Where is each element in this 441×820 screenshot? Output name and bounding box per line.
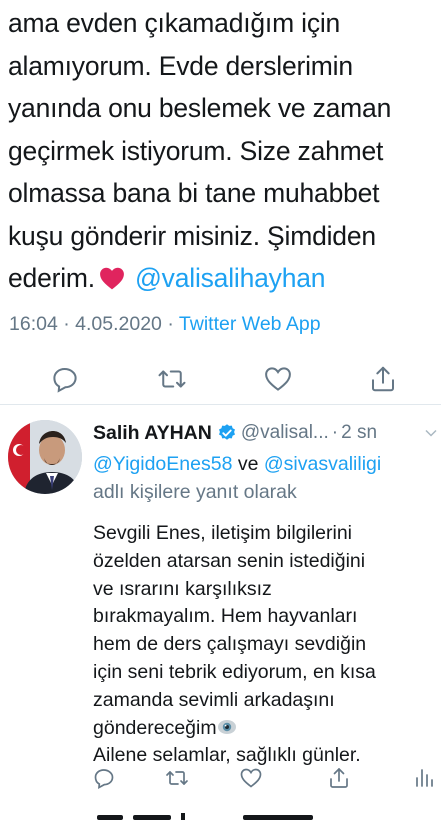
heart-emoji-icon	[100, 267, 124, 290]
reply-share-button[interactable]	[327, 766, 351, 790]
reply-icon	[94, 769, 114, 790]
share-button[interactable]	[368, 364, 398, 394]
reply-reply-button[interactable]	[92, 766, 116, 790]
like-button[interactable]	[263, 364, 293, 394]
reply-line: zamanda sevimli arkadaşını	[93, 688, 335, 711]
like-icon	[265, 367, 291, 391]
chevron-down-icon[interactable]	[424, 426, 438, 440]
next-tweet-peek-shapes	[97, 813, 313, 820]
tweet-line: alamıyorum. Evde derslerimin	[8, 50, 353, 81]
retweet-button[interactable]	[157, 364, 187, 394]
reply-like-button[interactable]	[239, 766, 263, 790]
reply-line: Sevgili Enes, iletişim bilgilerini	[93, 522, 353, 544]
tweet-line: ederim.	[8, 263, 95, 293]
replying-to-mention[interactable]: @YigidoEnes58	[93, 453, 232, 475]
tweet-actions	[0, 364, 441, 400]
eye-emoji-icon	[217, 719, 236, 734]
reply-tweet[interactable]: Salih AYHAN @valisal... · 2 sn @YigidoEn…	[93, 418, 438, 770]
tweet-date: 4.05.2020	[75, 313, 162, 335]
reply-header: Salih AYHAN @valisal... · 2 sn	[93, 418, 438, 448]
analytics-icon	[416, 769, 433, 787]
meta-separator: ·	[167, 313, 174, 335]
mention-link[interactable]: @valisalihayhan	[135, 263, 326, 293]
reply-line: hem de ders çalışmayı sevdiğin	[93, 633, 367, 656]
retweet-icon	[166, 771, 188, 785]
header-separator: ·	[331, 422, 339, 443]
verified-badge-icon	[218, 424, 235, 440]
author-name[interactable]: Salih AYHAN	[93, 422, 212, 445]
reply-icon	[53, 367, 77, 393]
reply-line: bırakmayalım. Hem hayvanları	[93, 605, 358, 628]
author-handle[interactable]: @valisal...	[241, 422, 329, 444]
tweet-line: yanında onu beslemek ve zaman	[8, 93, 392, 123]
reply-retweet-button[interactable]	[165, 766, 189, 790]
share-icon	[372, 366, 394, 392]
tweet-time: 16:04	[9, 313, 58, 335]
reply-line-with-emoji: göndereceğim	[93, 715, 438, 743]
like-icon	[240, 768, 262, 788]
replying-suffix: adlı kişilere yanıt olarak	[93, 481, 297, 503]
tweet-meta: 16:04 · 4.05.2020 · Twitter Web App	[9, 313, 321, 336]
reply-line: özelden atarsan senin istediğini	[93, 549, 366, 572]
avatar[interactable]	[8, 420, 82, 494]
meta-separator: ·	[63, 313, 70, 335]
reply-actions	[0, 766, 441, 796]
tweet-line: olmassa bana bi tane muhabbet	[8, 178, 380, 208]
tweet-last-line: ederim. @valisalihayhan	[8, 257, 433, 300]
retweet-icon	[158, 370, 186, 388]
tweet-source-link[interactable]: Twitter Web App	[179, 313, 321, 335]
reply-line: göndereceğim	[93, 716, 217, 739]
replying-to-mention[interactable]: @sivasvaliligi	[264, 453, 381, 475]
replying-to: @YigidoEnes58 ve @sivasvaliligi adlı kiş…	[93, 450, 438, 506]
avatar-image	[8, 420, 82, 494]
share-icon	[330, 768, 348, 788]
tweet-line: geçirmek istiyorum. Size zahmet	[8, 135, 384, 166]
tweet-text: ama evden çıkamadığım için alamıyorum. E…	[8, 2, 433, 300]
tweet-line: kuşu gönderir misiniz. Şimdiden	[8, 220, 376, 251]
divider	[0, 404, 441, 405]
reply-button[interactable]	[50, 364, 80, 394]
reply-text: Sevgili Enes, iletişim bilgilerini özeld…	[93, 520, 438, 770]
reply-time: 2 sn	[341, 422, 378, 443]
reply-line: için seni tebrik ediyorum, en kısa	[93, 660, 376, 683]
tweet-line: ama evden çıkamadığım için	[8, 8, 341, 38]
next-tweet-peek	[93, 806, 433, 820]
analytics-button[interactable]	[412, 766, 436, 790]
reply-line: ve ısrarını karşılıksız	[93, 577, 272, 600]
replying-and: ve	[237, 453, 259, 475]
